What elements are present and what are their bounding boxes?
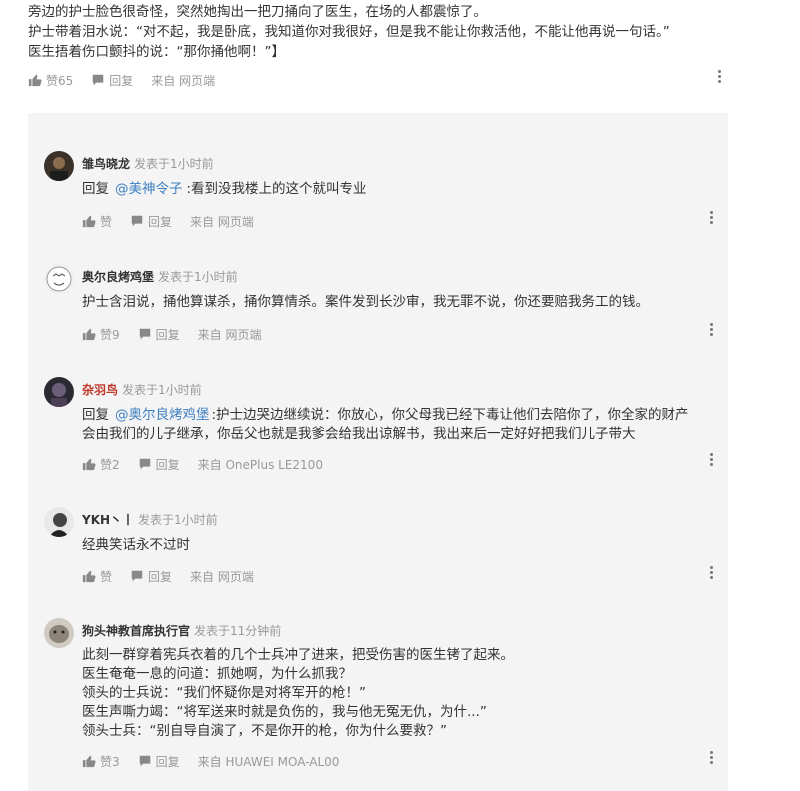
comment-username[interactable]: YKH丶丨 发表于1小时前 (82, 511, 218, 528)
source-label: 来自 网页端 (190, 569, 254, 584)
thumbs-up-icon (28, 74, 42, 87)
post-line: 医生捂着伤口颤抖的说：“那你捅他啊！”】 (28, 44, 285, 60)
thumbs-up-icon (82, 215, 96, 228)
comment-text: 此刻一群穿着宪兵衣着的几个士兵冲了进来，把受伤害的医生铐了起来。 (82, 647, 514, 663)
like-button[interactable]: 赞 (82, 213, 112, 230)
like-count: 赞 (100, 569, 113, 584)
reply-label: 回复 (155, 457, 180, 472)
mention-link[interactable]: @美神令子 (115, 181, 183, 197)
username-link[interactable]: 奥尔良烤鸡堡 (82, 270, 154, 284)
comment-text: 会由我们的儿子继承，你岳父也就是我爹会给我出谅解书，我出来后一定好好把我们儿子带… (82, 426, 636, 442)
comment-time: 发表于11分钟前 (194, 624, 282, 638)
reply-prefix: 回复 (82, 407, 109, 423)
like-button[interactable]: 赞2 (82, 456, 120, 473)
more-vertical-icon[interactable] (708, 751, 714, 767)
comment-text: 经典笑话永不过时 (82, 537, 190, 553)
comment-text: 医生奄奄一息的问道：抓她啊，为什么抓我？ (82, 666, 352, 682)
comment-action-bar: 赞9 回复 来自 网页端 (82, 325, 261, 343)
comment-time: 发表于1小时前 (122, 383, 202, 397)
comment-text: :看到没我楼上的这个就叫专业 (186, 181, 367, 197)
comment-body: 回复 @奥尔良烤鸡堡:护士边哭边继续说：你放心，你父母我已经下毒让他们去陪你了，你… (82, 406, 714, 444)
reply-label: 回复 (155, 754, 180, 769)
comment-body: 此刻一群穿着宪兵衣着的几个士兵冲了进来，把受伤害的医生铐了起来。 医生奄奄一息的… (82, 646, 714, 741)
source-label: 来自 OnePlus LE2100 (197, 457, 323, 472)
comment-body: 经典笑话永不过时 (82, 536, 714, 555)
comment-username[interactable]: 奥尔良烤鸡堡 发表于1小时前 (82, 268, 238, 285)
avatar[interactable] (44, 618, 74, 648)
like-button[interactable]: 赞3 (82, 753, 120, 770)
reply-button[interactable]: 回复 (138, 456, 180, 473)
username-link[interactable]: 杂羽鸟 (82, 383, 118, 397)
reply-label: 回复 (148, 214, 173, 229)
reply-button[interactable]: 回复 (130, 568, 172, 585)
reply-button[interactable]: 回复 (91, 72, 133, 89)
more-vertical-icon[interactable] (716, 70, 722, 86)
post-content: 旁边的护士脸色很奇怪，突然她掏出一把刀捅向了医生，在场的人都震惊了。 护士带着泪… (28, 2, 728, 62)
comment-icon (139, 755, 150, 767)
reply-button[interactable]: 回复 (130, 213, 172, 230)
comment-action-bar: 赞2 回复 来自 OnePlus LE2100 (82, 455, 323, 473)
comment-text: 医生声嘶力竭：“将军送来时就是负伤的，我与他无冤无仇，为什...” (82, 704, 487, 720)
reply-label: 回复 (148, 569, 173, 584)
more-vertical-icon[interactable] (708, 566, 714, 582)
mention-link[interactable]: @奥尔良烤鸡堡 (115, 407, 210, 423)
reply-label: 回复 (109, 73, 134, 88)
comment-icon (93, 74, 104, 86)
reply-label: 回复 (155, 327, 180, 342)
comment-time: 发表于1小时前 (158, 270, 238, 284)
comment-text: 护士含泪说，捅他算谋杀，捅你算情杀。案件发到长沙审，我无罪不说，你还要赔我务工的… (82, 294, 649, 310)
source-label: 来自 网页端 (151, 73, 216, 88)
comment-time: 发表于1小时前 (134, 157, 214, 171)
reply-prefix: 回复 (82, 181, 109, 197)
like-button[interactable]: 赞9 (82, 326, 120, 343)
username-link[interactable]: 狗头神教首席执行官 (82, 624, 190, 638)
like-button[interactable]: 赞 (82, 568, 112, 585)
like-button[interactable]: 赞65 (28, 72, 73, 89)
more-vertical-icon[interactable] (708, 211, 714, 227)
username-link[interactable]: YKH丶丨 (82, 513, 134, 527)
like-count: 赞3 (100, 754, 120, 769)
like-count: 赞2 (100, 457, 120, 472)
username-link[interactable]: 雏鸟晓龙 (82, 157, 130, 171)
comment-action-bar: 赞3 回复 来自 HUAWEI MOA-AL00 (82, 752, 339, 770)
comment-icon (131, 215, 143, 227)
like-count: 赞9 (100, 327, 120, 342)
comment-username[interactable]: 杂羽鸟 发表于1小时前 (82, 381, 202, 398)
comment-time: 发表于1小时前 (138, 513, 218, 527)
reply-button[interactable]: 回复 (138, 753, 180, 770)
avatar[interactable] (44, 151, 74, 181)
comment-icon (139, 328, 150, 340)
more-vertical-icon[interactable] (708, 453, 714, 469)
reply-panel: 雏鸟晓龙 发表于1小时前 回复 @美神令子:看到没我楼上的这个就叫专业 赞 回复 来… (28, 113, 728, 791)
post-line: 旁边的护士脸色很奇怪，突然她掏出一把刀捅向了医生，在场的人都震惊了。 (28, 4, 487, 20)
thumbs-up-icon (82, 458, 96, 471)
avatar[interactable] (44, 264, 74, 294)
source-label: 来自 HUAWEI MOA-AL00 (197, 754, 340, 769)
comment-icon (131, 570, 143, 582)
comment-username[interactable]: 雏鸟晓龙 发表于1小时前 (82, 155, 214, 172)
post-action-bar: 赞65 回复 来自 网页端 (28, 71, 215, 89)
reply-button[interactable]: 回复 (138, 326, 180, 343)
more-vertical-icon[interactable] (708, 323, 714, 339)
comment-text: 领头士兵：“别自导自演了，不是你开的枪，你为什么要救？” (82, 723, 447, 739)
comment-text: 领头的士兵说：“我们怀疑你是对将军开的枪！” (82, 685, 366, 701)
like-count: 赞 (100, 214, 113, 229)
comment-action-bar: 赞 回复 来自 网页端 (82, 567, 254, 585)
comment-text: :护士边哭边继续说：你放心，你父母我已经下毒让他们去陪你了，你全家的财产 (211, 407, 689, 423)
source-label: 来自 网页端 (190, 214, 254, 229)
comment-icon (139, 458, 150, 470)
thumbs-up-icon (82, 570, 96, 583)
like-count: 赞65 (46, 73, 74, 88)
post-line: 护士带着泪水说：“对不起，我是卧底，我知道你对我很好，但是我不能让你救活他，不能… (28, 24, 670, 40)
avatar[interactable] (44, 377, 74, 407)
thumbs-up-icon (82, 755, 96, 768)
comment-action-bar: 赞 回复 来自 网页端 (82, 212, 254, 230)
avatar[interactable] (44, 507, 74, 537)
source-label: 来自 网页端 (197, 327, 262, 342)
comment-username[interactable]: 狗头神教首席执行官 发表于11分钟前 (82, 622, 281, 639)
comment-body: 回复 @美神令子:看到没我楼上的这个就叫专业 (82, 180, 714, 199)
thumbs-up-icon (82, 328, 96, 341)
comment-body: 护士含泪说，捅他算谋杀，捅你算情杀。案件发到长沙审，我无罪不说，你还要赔我务工的… (82, 293, 714, 312)
